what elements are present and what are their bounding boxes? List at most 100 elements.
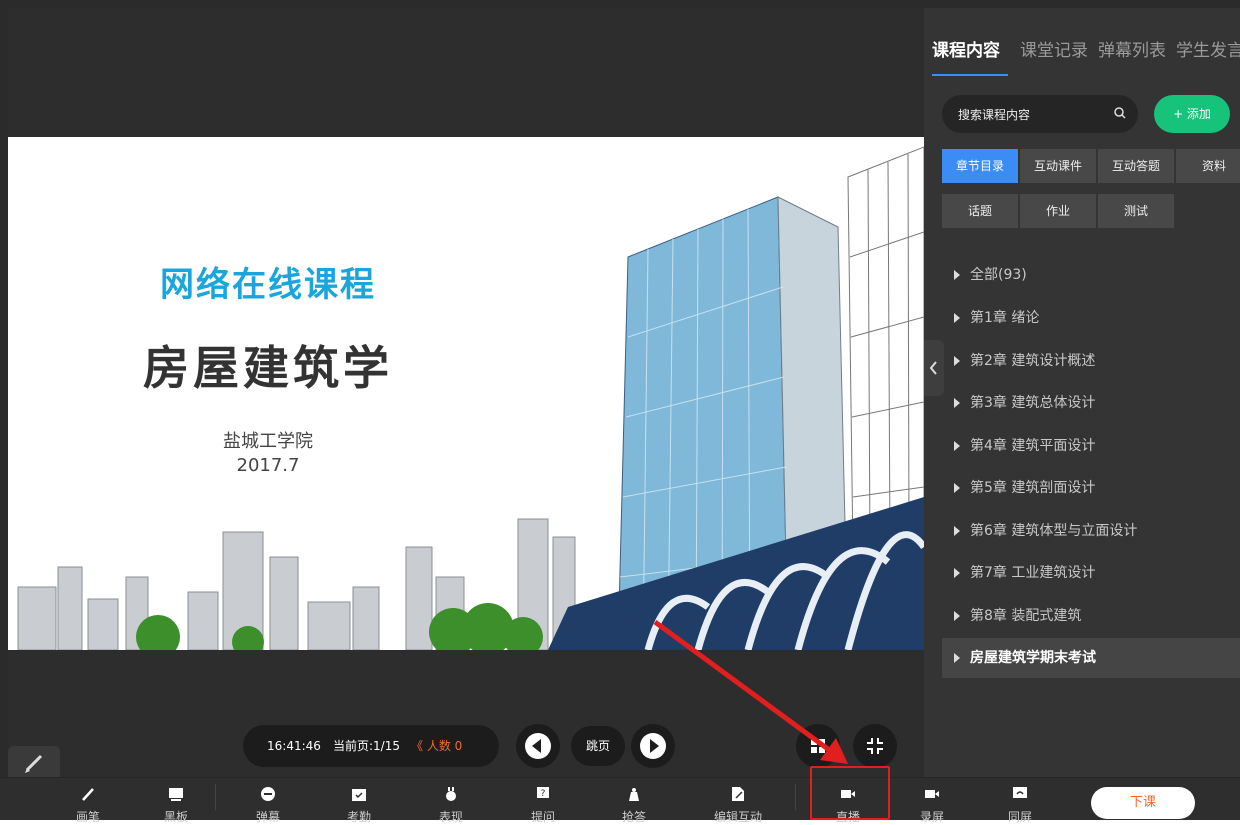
category-chapters[interactable]: 章节目录 [942,149,1018,183]
classroom-app: 网络在线课程 房屋建筑学 盐城工学院 2017.7 课程内容 课堂记录 弹幕列表… [0,0,1240,824]
toolbar-danmaku[interactable]: 弹幕 [228,778,308,824]
chapter-item[interactable]: 第2章 建筑设计概述 [942,341,1240,381]
toolbar-label: 表现 [438,810,463,824]
pen-tool-button[interactable] [8,746,60,780]
category-interactive-quiz[interactable]: 互动答题 [1098,149,1174,183]
toolbar-quick-answer[interactable]: 抢答 [594,778,674,824]
calendar-icon [352,789,366,801]
search-input[interactable]: 搜索课程内容 [942,95,1138,133]
toolbar-screen-record[interactable]: 录屏 [892,778,972,824]
exit-fullscreen-button[interactable] [853,724,897,768]
buzzer-icon [629,788,639,801]
screen-mode-button[interactable] [796,724,840,768]
slide-subject: 房屋建筑学 [143,341,393,395]
minimize-icon [867,738,883,754]
category-topics[interactable]: 话题 [942,194,1018,228]
chapter-label: 第4章 建筑平面设计 [970,438,1096,454]
toolbar-separator [795,784,796,810]
chapter-item[interactable]: 第4章 建筑平面设计 [942,426,1240,466]
category-homework[interactable]: 作业 [1020,194,1096,228]
active-tab-indicator [932,74,1008,76]
chapter-label: 第6章 建筑体型与立面设计 [970,523,1138,539]
chapter-item[interactable]: 第6章 建筑体型与立面设计 [942,511,1240,551]
expand-arrow-icon [954,611,960,621]
class-time: 16:41:46 [267,739,321,753]
live-highlight-box [810,766,890,820]
toolbar-label: 画笔 [75,810,100,824]
panel-collapse-handle[interactable] [924,340,944,396]
slide-date: 2017.7 [236,455,300,476]
chapter-item[interactable]: 第1章 绪论 [942,298,1240,338]
tab-class-record[interactable]: 课堂记录 [1020,36,1088,61]
category-interactive-slides[interactable]: 互动课件 [1020,149,1096,183]
chapter-label: 房屋建筑学期末考试 [970,650,1096,666]
toolbar-label: 录屏 [919,810,944,824]
toolbar-separator [215,784,216,810]
chapter-item[interactable]: 第8章 装配式建筑 [942,596,1240,636]
people-count[interactable]: 《 人数 0 [411,725,462,767]
end-class-button[interactable]: 下课 [1091,787,1195,819]
chapter-item[interactable]: 第3章 建筑总体设计 [942,383,1240,423]
tab-course-content[interactable]: 课程内容 [932,36,1000,61]
toolbar-edit-interaction[interactable]: 编辑互动 [698,778,778,824]
category-materials[interactable]: 资料 [1176,149,1240,183]
screen-share-icon [1013,787,1027,798]
pencil-icon [82,788,94,801]
pencil-icon [25,754,43,773]
question-icon: ? [537,787,549,799]
bottom-toolbar: 画笔 黑板 弹幕 考勤 表现 ? 提问 抢答 编辑互动 直播 录屏 同屏 [0,777,1240,824]
chapter-label: 第5章 建筑剖面设计 [970,480,1096,496]
medal-icon [446,787,456,801]
course-content-panel: 课程内容 课堂记录 弹幕列表 学生发言 搜索课程内容 + 添加 章节目录 互动课… [924,8,1240,819]
video-camera-icon [925,790,939,798]
chapter-label: 第3章 建筑总体设计 [970,395,1096,411]
slide-school: 盐城工学院 [223,431,313,452]
chapter-item-final-exam[interactable]: 房屋建筑学期末考试 [942,638,1240,678]
toolbar-screen-share[interactable]: 同屏 [980,778,1060,824]
slide-view: 网络在线课程 房屋建筑学 盐城工学院 2017.7 [8,137,924,650]
prev-page-button[interactable] [516,724,560,768]
chapter-label: 第8章 装配式建筑 [970,608,1082,624]
svg-text:?: ? [541,789,546,799]
toolbar-pen[interactable]: 画笔 [48,778,128,824]
category-tests[interactable]: 测试 [1098,194,1174,228]
edit-document-icon [732,787,744,801]
tab-student-speech[interactable]: 学生发言 [1176,36,1240,61]
grid-icon [811,739,825,753]
chapter-label: 全部(93) [970,267,1027,283]
chapter-item[interactable]: 全部(93) [942,255,1240,295]
expand-arrow-icon [954,526,960,536]
presentation-stage: 网络在线课程 房屋建筑学 盐城工学院 2017.7 [8,8,924,819]
jump-page-button[interactable]: 跳页 [571,726,625,766]
toolbar-label: 同屏 [1007,810,1032,824]
chapter-label: 第2章 建筑设计概述 [970,353,1096,369]
toolbar-label: 弹幕 [255,810,280,824]
chevron-left-icon [929,361,937,375]
toolbar-label: 考勤 [346,810,371,824]
current-page: 当前页:1/15 [333,739,400,753]
prev-icon [525,733,551,759]
chapter-item[interactable]: 第5章 建筑剖面设计 [942,468,1240,508]
expand-arrow-icon [954,313,960,323]
toolbar-blackboard[interactable]: 黑板 [136,778,216,824]
toolbar-label: 编辑互动 [713,810,762,824]
add-button[interactable]: + 添加 [1154,95,1230,133]
chapter-item[interactable]: 第7章 工业建筑设计 [942,553,1240,593]
toolbar-performance[interactable]: 表现 [411,778,491,824]
expand-arrow-icon [954,483,960,493]
class-status-bar: 16:41:46 当前页:1/15 《 人数 0 [243,725,499,767]
blackboard-icon [169,788,183,801]
tab-danmaku-list[interactable]: 弹幕列表 [1098,36,1166,61]
chapter-label: 第7章 工业建筑设计 [970,565,1096,581]
danmaku-icon [261,787,275,801]
expand-arrow-icon [954,653,960,663]
expand-arrow-icon [954,398,960,408]
toolbar-label: 提问 [530,810,555,824]
expand-arrow-icon [954,270,960,280]
search-icon [1114,107,1126,119]
next-icon [640,733,666,759]
next-page-button[interactable] [631,724,675,768]
expand-arrow-icon [954,441,960,451]
toolbar-question[interactable]: ? 提问 [503,778,583,824]
toolbar-attendance[interactable]: 考勤 [319,778,399,824]
